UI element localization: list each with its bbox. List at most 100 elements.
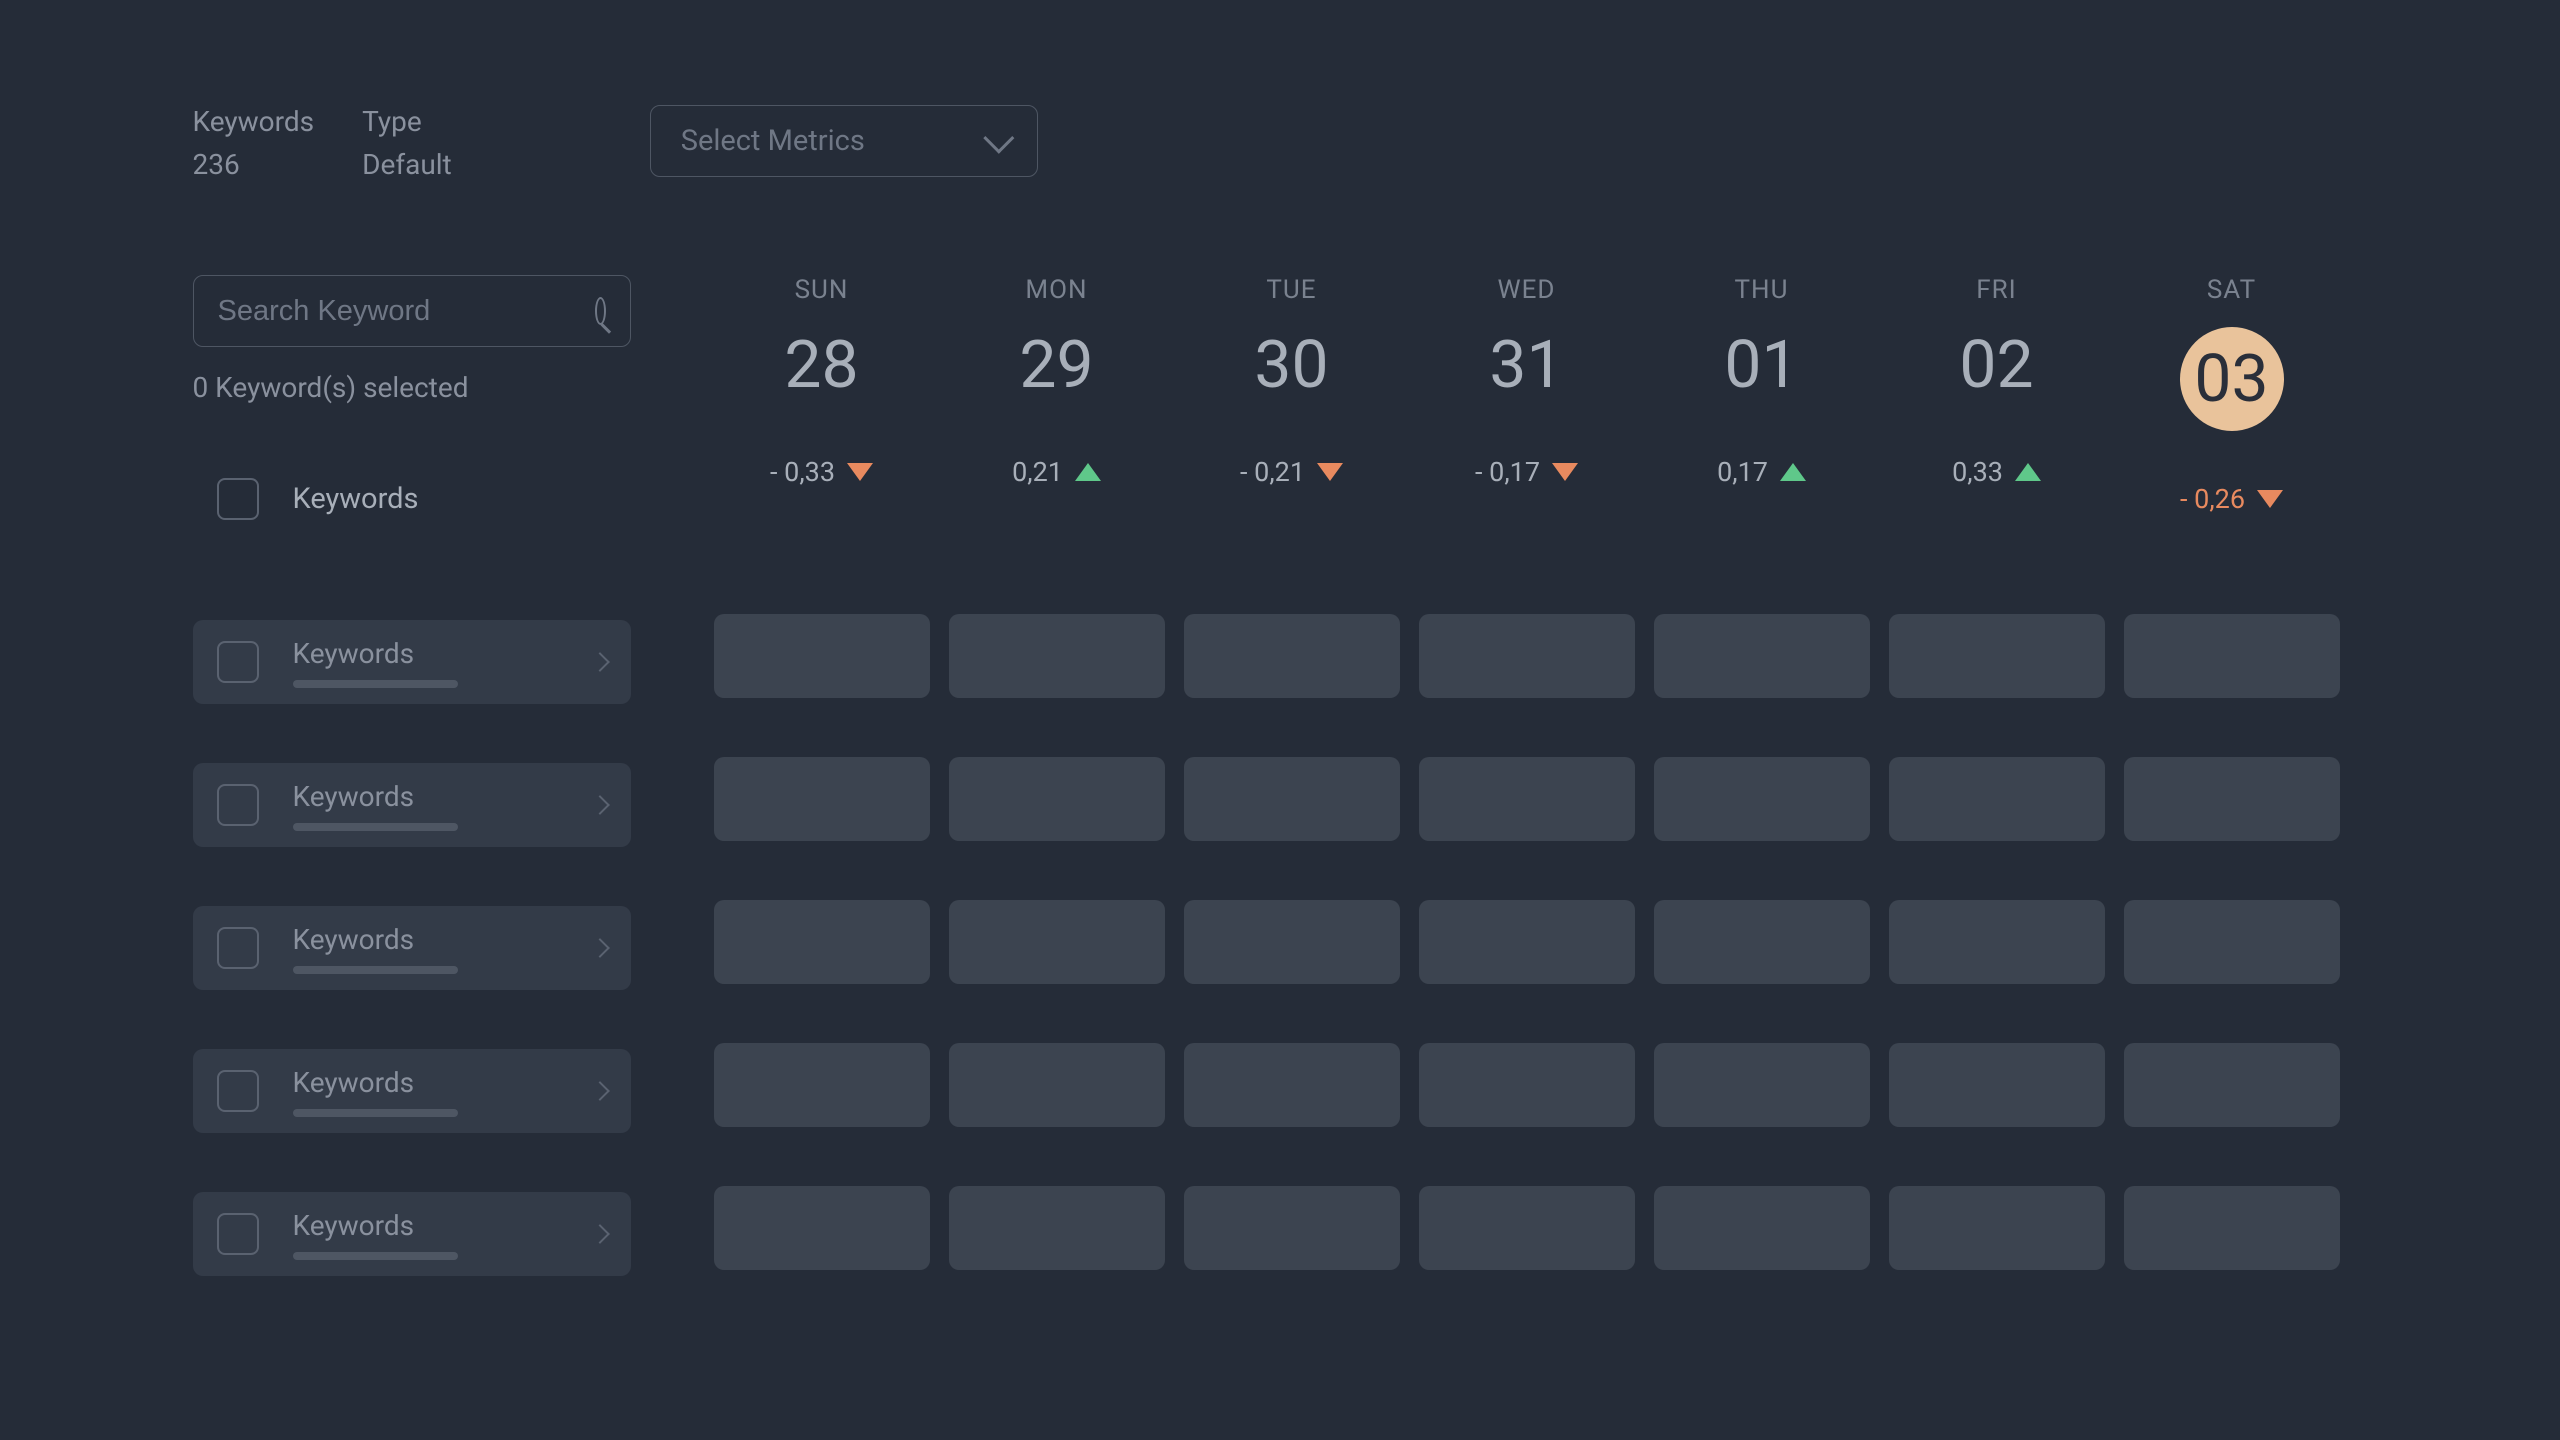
day-number: 29 xyxy=(1019,327,1093,404)
grid-cell[interactable] xyxy=(714,900,930,984)
grid-cell[interactable] xyxy=(949,900,1165,984)
keyword-checkbox[interactable] xyxy=(217,784,259,826)
selected-count: 0 Keyword(s) selected xyxy=(193,371,631,404)
grid-cell[interactable] xyxy=(1654,757,1870,841)
chevron-right-icon xyxy=(590,652,610,672)
day-name: SAT xyxy=(2207,275,2256,305)
day-name: TUE xyxy=(1266,275,1316,305)
day-number: 30 xyxy=(1254,327,1328,404)
grid-cell[interactable] xyxy=(2124,614,2340,698)
day-number: 28 xyxy=(784,327,858,404)
grid-cell[interactable] xyxy=(2124,900,2340,984)
day-column[interactable]: WED 31 - 0,17 xyxy=(1419,275,1635,515)
keyword-checkbox[interactable] xyxy=(217,1213,259,1255)
keyword-item[interactable]: Keywords xyxy=(193,906,631,990)
keyword-bar xyxy=(293,823,458,831)
grid-cell[interactable] xyxy=(1889,1043,2105,1127)
day-name: FRI xyxy=(1976,275,2016,305)
day-name: MON xyxy=(1025,275,1087,305)
day-column[interactable]: TUE 30 - 0,21 xyxy=(1184,275,1400,515)
grid-cell[interactable] xyxy=(1889,614,2105,698)
day-metric: 0,21 xyxy=(1012,456,1101,488)
grid-cell[interactable] xyxy=(949,757,1165,841)
grid-cell[interactable] xyxy=(1184,614,1400,698)
day-column[interactable]: THU 01 0,17 xyxy=(1654,275,1870,515)
grid-cell[interactable] xyxy=(949,1186,1165,1270)
grid-row xyxy=(714,1043,2368,1127)
keyword-checkbox[interactable] xyxy=(217,1070,259,1112)
trend-down-icon xyxy=(847,463,873,481)
keyword-checkbox[interactable] xyxy=(217,927,259,969)
keyword-label: Keywords xyxy=(293,1209,559,1242)
grid-cell[interactable] xyxy=(1419,900,1635,984)
grid-cell[interactable] xyxy=(2124,757,2340,841)
grid-cell[interactable] xyxy=(949,1043,1165,1127)
grid-cell[interactable] xyxy=(1184,1043,1400,1127)
grid-cell[interactable] xyxy=(1654,1043,1870,1127)
day-column[interactable]: FRI 02 0,33 xyxy=(1889,275,2105,515)
chevron-down-icon xyxy=(983,123,1014,154)
keyword-item[interactable]: Keywords xyxy=(193,1049,631,1133)
day-column[interactable]: SAT 03 - 0,26 xyxy=(2124,275,2340,515)
select-all-checkbox[interactable] xyxy=(217,478,259,520)
type-value: Default xyxy=(362,148,452,181)
grid-cell[interactable] xyxy=(1889,1186,2105,1270)
grid-cell[interactable] xyxy=(1654,1186,1870,1270)
grid-cell[interactable] xyxy=(1654,614,1870,698)
day-number: 02 xyxy=(1959,327,2033,404)
metrics-select[interactable]: Select Metrics xyxy=(650,105,1038,177)
day-metric: 0,33 xyxy=(1952,456,2041,488)
keyword-checkbox[interactable] xyxy=(217,641,259,683)
grid-cell[interactable] xyxy=(1184,757,1400,841)
grid-row xyxy=(714,757,2368,841)
grid-cell[interactable] xyxy=(1419,757,1635,841)
metric-value: - 0,21 xyxy=(1240,456,1305,488)
keyword-item[interactable]: Keywords xyxy=(193,763,631,847)
keyword-bar xyxy=(293,1252,458,1260)
metric-value: 0,17 xyxy=(1717,456,1768,488)
chevron-right-icon xyxy=(590,1224,610,1244)
keyword-label: Keywords xyxy=(293,1066,559,1099)
grid-cell[interactable] xyxy=(1889,757,2105,841)
keyword-label: Keywords xyxy=(293,780,559,813)
keywords-label: Keywords xyxy=(193,105,315,138)
chevron-right-icon xyxy=(590,1081,610,1101)
search-input-wrap[interactable] xyxy=(193,275,631,347)
grid-cell[interactable] xyxy=(1654,900,1870,984)
grid-cell[interactable] xyxy=(714,614,930,698)
grid-row xyxy=(714,1186,2368,1270)
search-input[interactable] xyxy=(218,295,595,328)
grid-cell[interactable] xyxy=(949,614,1165,698)
trend-down-icon xyxy=(1552,463,1578,481)
day-name: SUN xyxy=(795,275,849,305)
day-number: 01 xyxy=(1724,327,1798,404)
grid-cell[interactable] xyxy=(1419,1043,1635,1127)
day-number: 03 xyxy=(2180,327,2284,431)
day-metric: - 0,21 xyxy=(1240,456,1343,488)
trend-down-icon xyxy=(2257,490,2283,508)
grid-cell[interactable] xyxy=(714,1043,930,1127)
chevron-right-icon xyxy=(590,938,610,958)
keyword-bar xyxy=(293,680,458,688)
keyword-item[interactable]: Keywords xyxy=(193,620,631,704)
list-header-label: Keywords xyxy=(293,482,419,516)
type-stat: Type Default xyxy=(362,105,452,181)
day-column[interactable]: MON 29 0,21 xyxy=(949,275,1165,515)
grid-cell[interactable] xyxy=(2124,1186,2340,1270)
grid-row xyxy=(714,614,2368,698)
grid-cell[interactable] xyxy=(2124,1043,2340,1127)
day-metric: - 0,26 xyxy=(2180,483,2283,515)
grid-cell[interactable] xyxy=(1419,1186,1635,1270)
grid-cell[interactable] xyxy=(714,1186,930,1270)
day-column[interactable]: SUN 28 - 0,33 xyxy=(714,275,930,515)
trend-up-icon xyxy=(1075,463,1101,481)
grid-cell[interactable] xyxy=(1419,614,1635,698)
keyword-item[interactable]: Keywords xyxy=(193,1192,631,1276)
grid-cell[interactable] xyxy=(1889,900,2105,984)
grid-cell[interactable] xyxy=(1184,1186,1400,1270)
metric-value: 0,33 xyxy=(1952,456,2003,488)
keyword-bar xyxy=(293,966,458,974)
day-metric: - 0,33 xyxy=(770,456,873,488)
grid-cell[interactable] xyxy=(1184,900,1400,984)
grid-cell[interactable] xyxy=(714,757,930,841)
